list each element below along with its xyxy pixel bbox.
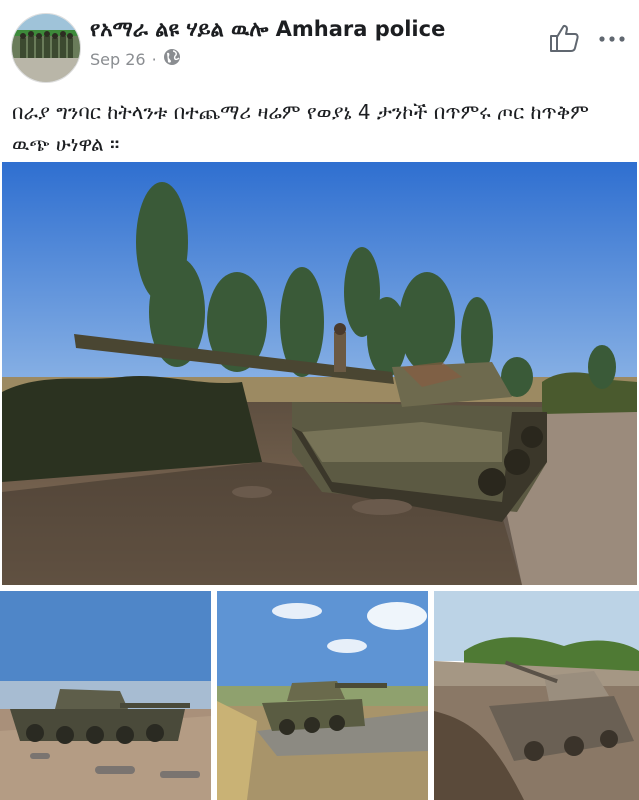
more-dots-icon [599,36,625,42]
page-name[interactable]: የአማራ ልዩ ሃይል ዉሎ Amhara police [90,17,445,42]
thumbs-up-icon [550,24,579,52]
thumb-photo-3[interactable] [434,591,639,800]
meta-separator: · [151,49,157,69]
tank-field-image [0,591,211,800]
avatar-image [12,14,80,82]
page-avatar[interactable] [11,13,81,83]
thumb-photo-1[interactable] [0,591,211,800]
post-header: የአማራ ልዩ ሃይል ዉሎ Amhara police Sep 26 · [0,0,639,92]
facebook-post: የአማራ ልዩ ሃይል ዉሎ Amhara police Sep 26 · በራ… [0,0,639,800]
main-photo[interactable] [2,162,637,585]
globe-icon [163,48,181,70]
thumb-photo-2[interactable] [217,591,428,800]
like-button[interactable] [548,22,580,54]
more-options-button[interactable] [597,23,627,53]
tank-road-image [217,591,428,800]
tank-roadside-image [2,162,637,585]
post-date[interactable]: Sep 26 [90,50,146,69]
post-meta: Sep 26 · [90,48,181,70]
post-caption: በራያ ግንባር ከትላንቱ በተጨማሪ ዛሬም የወያኔ 4 ታንኮች በጥም… [12,100,589,156]
destroyed-tank-image [434,591,639,800]
